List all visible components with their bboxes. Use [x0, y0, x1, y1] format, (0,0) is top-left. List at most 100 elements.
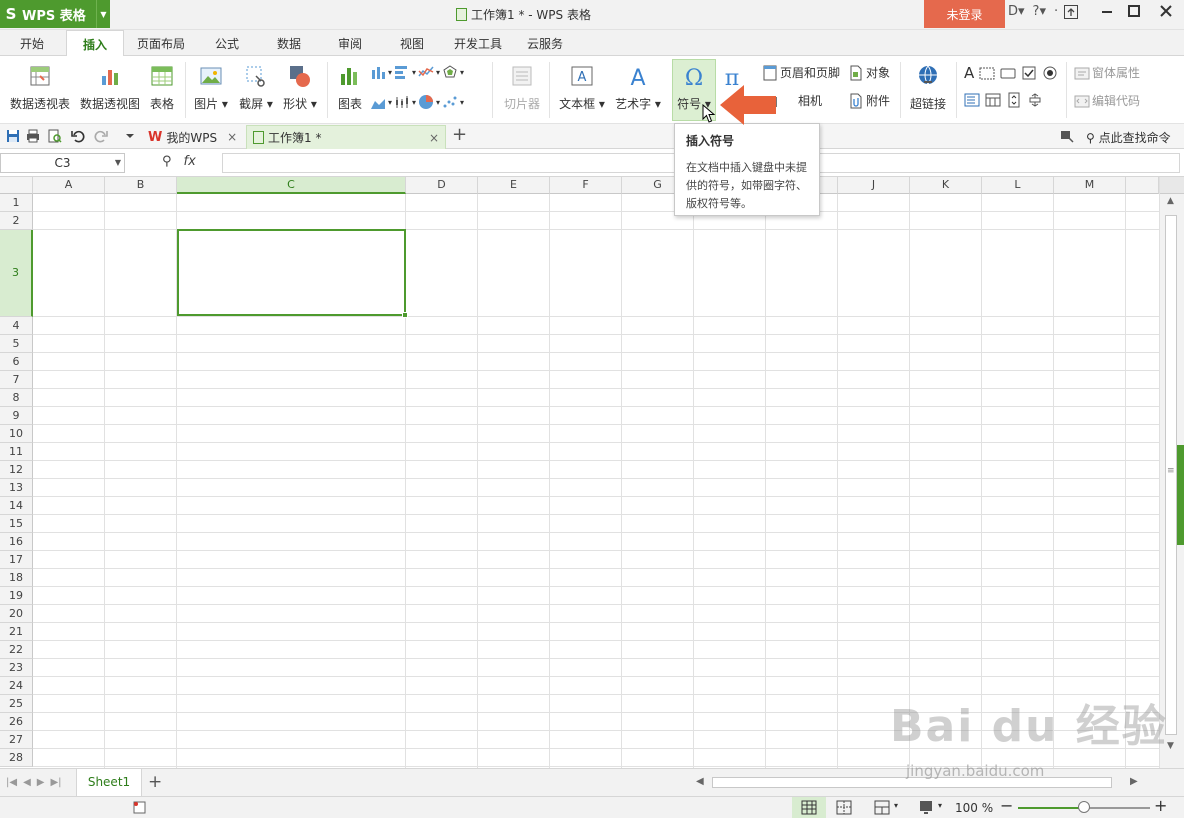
table-button[interactable]: 表格: [146, 64, 178, 112]
maximize-icon[interactable]: [1121, 4, 1147, 22]
row-header[interactable]: 7: [0, 371, 33, 389]
button-control-icon[interactable]: [1000, 65, 1016, 81]
name-box-dropdown-icon[interactable]: ▼: [115, 154, 121, 172]
pie-chart-icon[interactable]: [418, 94, 434, 110]
tab-formulas[interactable]: 公式: [215, 35, 239, 52]
print-icon[interactable]: [26, 129, 40, 143]
scroll-down-icon[interactable]: ▼: [1167, 741, 1174, 751]
tab-data[interactable]: 数据: [277, 35, 301, 52]
help-icon[interactable]: ?▾: [1033, 4, 1046, 19]
fill-handle[interactable]: [402, 312, 408, 318]
customize-dropdown-icon[interactable]: [123, 129, 137, 143]
row-header[interactable]: 19: [0, 587, 33, 605]
app-menu-dropdown-icon[interactable]: ▼: [96, 0, 110, 28]
textbox-button[interactable]: A 文本框 ▾: [556, 64, 608, 112]
pivot-table-button[interactable]: 数据透视表: [8, 64, 72, 112]
selected-cell-c3[interactable]: [177, 229, 408, 318]
attachment-button[interactable]: 附件: [848, 92, 890, 109]
screenshot-button[interactable]: 截屏 ▾: [236, 64, 276, 112]
login-button[interactable]: 未登录: [924, 0, 1005, 28]
row-header[interactable]: 5: [0, 335, 33, 353]
zoom-formula-icon[interactable]: ⚲: [162, 154, 172, 169]
row-header[interactable]: 18: [0, 569, 33, 587]
scroll-up-icon[interactable]: ▲: [1167, 196, 1174, 206]
column-header[interactable]: E: [478, 177, 550, 194]
restore-ribbon-icon[interactable]: [1058, 4, 1084, 24]
row-header[interactable]: 23: [0, 659, 33, 677]
normal-view-button[interactable]: [792, 797, 826, 818]
listbox-control-icon[interactable]: [964, 92, 980, 108]
row-header[interactable]: 22: [0, 641, 33, 659]
combobox-control-icon[interactable]: [985, 92, 1001, 108]
new-tab-button[interactable]: +: [452, 124, 467, 145]
cell-grid[interactable]: [33, 194, 1159, 768]
label-control-icon[interactable]: A: [964, 64, 974, 82]
row-header[interactable]: 27: [0, 731, 33, 749]
column-header[interactable]: J: [838, 177, 910, 194]
column-header[interactable]: L: [982, 177, 1054, 194]
picture-button[interactable]: 图片 ▾: [190, 64, 232, 112]
column-chart-icon[interactable]: [370, 64, 386, 80]
row-header[interactable]: 13: [0, 479, 33, 497]
chart-button[interactable]: 图表: [334, 64, 366, 112]
next-sheet-icon[interactable]: ▶: [37, 777, 45, 788]
zoom-out-button[interactable]: −: [1000, 796, 1013, 815]
close-icon[interactable]: [1153, 4, 1179, 22]
scroll-left-icon[interactable]: ◀: [696, 776, 704, 787]
row-header[interactable]: 12: [0, 461, 33, 479]
tab-page-layout[interactable]: 页面布局: [137, 35, 185, 52]
tab-review[interactable]: 审阅: [338, 35, 362, 52]
column-header[interactable]: B: [105, 177, 177, 194]
row-header[interactable]: 9: [0, 407, 33, 425]
tab-insert[interactable]: 插入: [66, 30, 124, 57]
find-command-box[interactable]: ⚲ 点此查找命令: [1086, 129, 1171, 146]
tab-developer[interactable]: 开发工具: [454, 35, 502, 52]
layout-view-icon[interactable]: [874, 800, 890, 815]
object-button[interactable]: 对象: [848, 64, 890, 81]
zoom-slider[interactable]: [1018, 801, 1150, 813]
scroll-right-icon[interactable]: ▶: [1130, 776, 1138, 787]
select-all-corner[interactable]: [0, 177, 33, 194]
row-header[interactable]: 11: [0, 443, 33, 461]
eye-protection-icon[interactable]: [918, 800, 934, 815]
wordart-button[interactable]: A 艺术字 ▾: [612, 64, 664, 112]
undo-icon[interactable]: [71, 129, 85, 143]
fx-icon[interactable]: fx: [184, 154, 196, 169]
column-header[interactable]: K: [910, 177, 982, 194]
side-panel-toggle[interactable]: [1177, 445, 1184, 545]
minimize-icon[interactable]: [1094, 4, 1120, 22]
tab-cloud[interactable]: 云服务: [527, 35, 563, 52]
prev-sheet-icon[interactable]: ◀: [23, 777, 31, 788]
column-header[interactable]: M: [1054, 177, 1126, 194]
skin-icon[interactable]: D▾: [1008, 4, 1025, 19]
scrollbar-control-icon[interactable]: [1027, 92, 1043, 108]
column-header[interactable]: D: [406, 177, 478, 194]
zoom-in-button[interactable]: +: [1154, 796, 1167, 815]
row-header[interactable]: 14: [0, 497, 33, 515]
row-header[interactable]: 8: [0, 389, 33, 407]
vertical-scroll-thumb[interactable]: ≡: [1165, 215, 1177, 735]
tab-home[interactable]: 开始: [20, 35, 44, 52]
row-header[interactable]: 25: [0, 695, 33, 713]
redo-icon[interactable]: [94, 129, 108, 143]
area-chart-icon[interactable]: [370, 94, 386, 110]
bar-chart-icon[interactable]: [394, 64, 410, 80]
sheet-tab-sheet1[interactable]: Sheet1: [76, 769, 142, 796]
row-header[interactable]: 2: [0, 212, 33, 230]
row-header[interactable]: 17: [0, 551, 33, 569]
row-header[interactable]: 21: [0, 623, 33, 641]
row-header-selected[interactable]: 3: [0, 230, 33, 317]
macro-record-icon[interactable]: [132, 800, 148, 815]
first-sheet-icon[interactable]: |◀: [6, 777, 17, 788]
spinner-control-icon[interactable]: [1006, 92, 1022, 108]
row-header[interactable]: 15: [0, 515, 33, 533]
line-chart-icon[interactable]: [418, 64, 434, 80]
row-header[interactable]: 28: [0, 749, 33, 767]
page-break-view-icon[interactable]: [836, 800, 852, 815]
checkbox-control-icon[interactable]: [1021, 65, 1037, 81]
row-header[interactable]: 6: [0, 353, 33, 371]
layout-dropdown-icon[interactable]: ▾: [894, 801, 898, 810]
close-tab-icon[interactable]: ×: [227, 130, 237, 144]
row-header[interactable]: 4: [0, 317, 33, 335]
add-sheet-button[interactable]: +: [148, 772, 162, 792]
